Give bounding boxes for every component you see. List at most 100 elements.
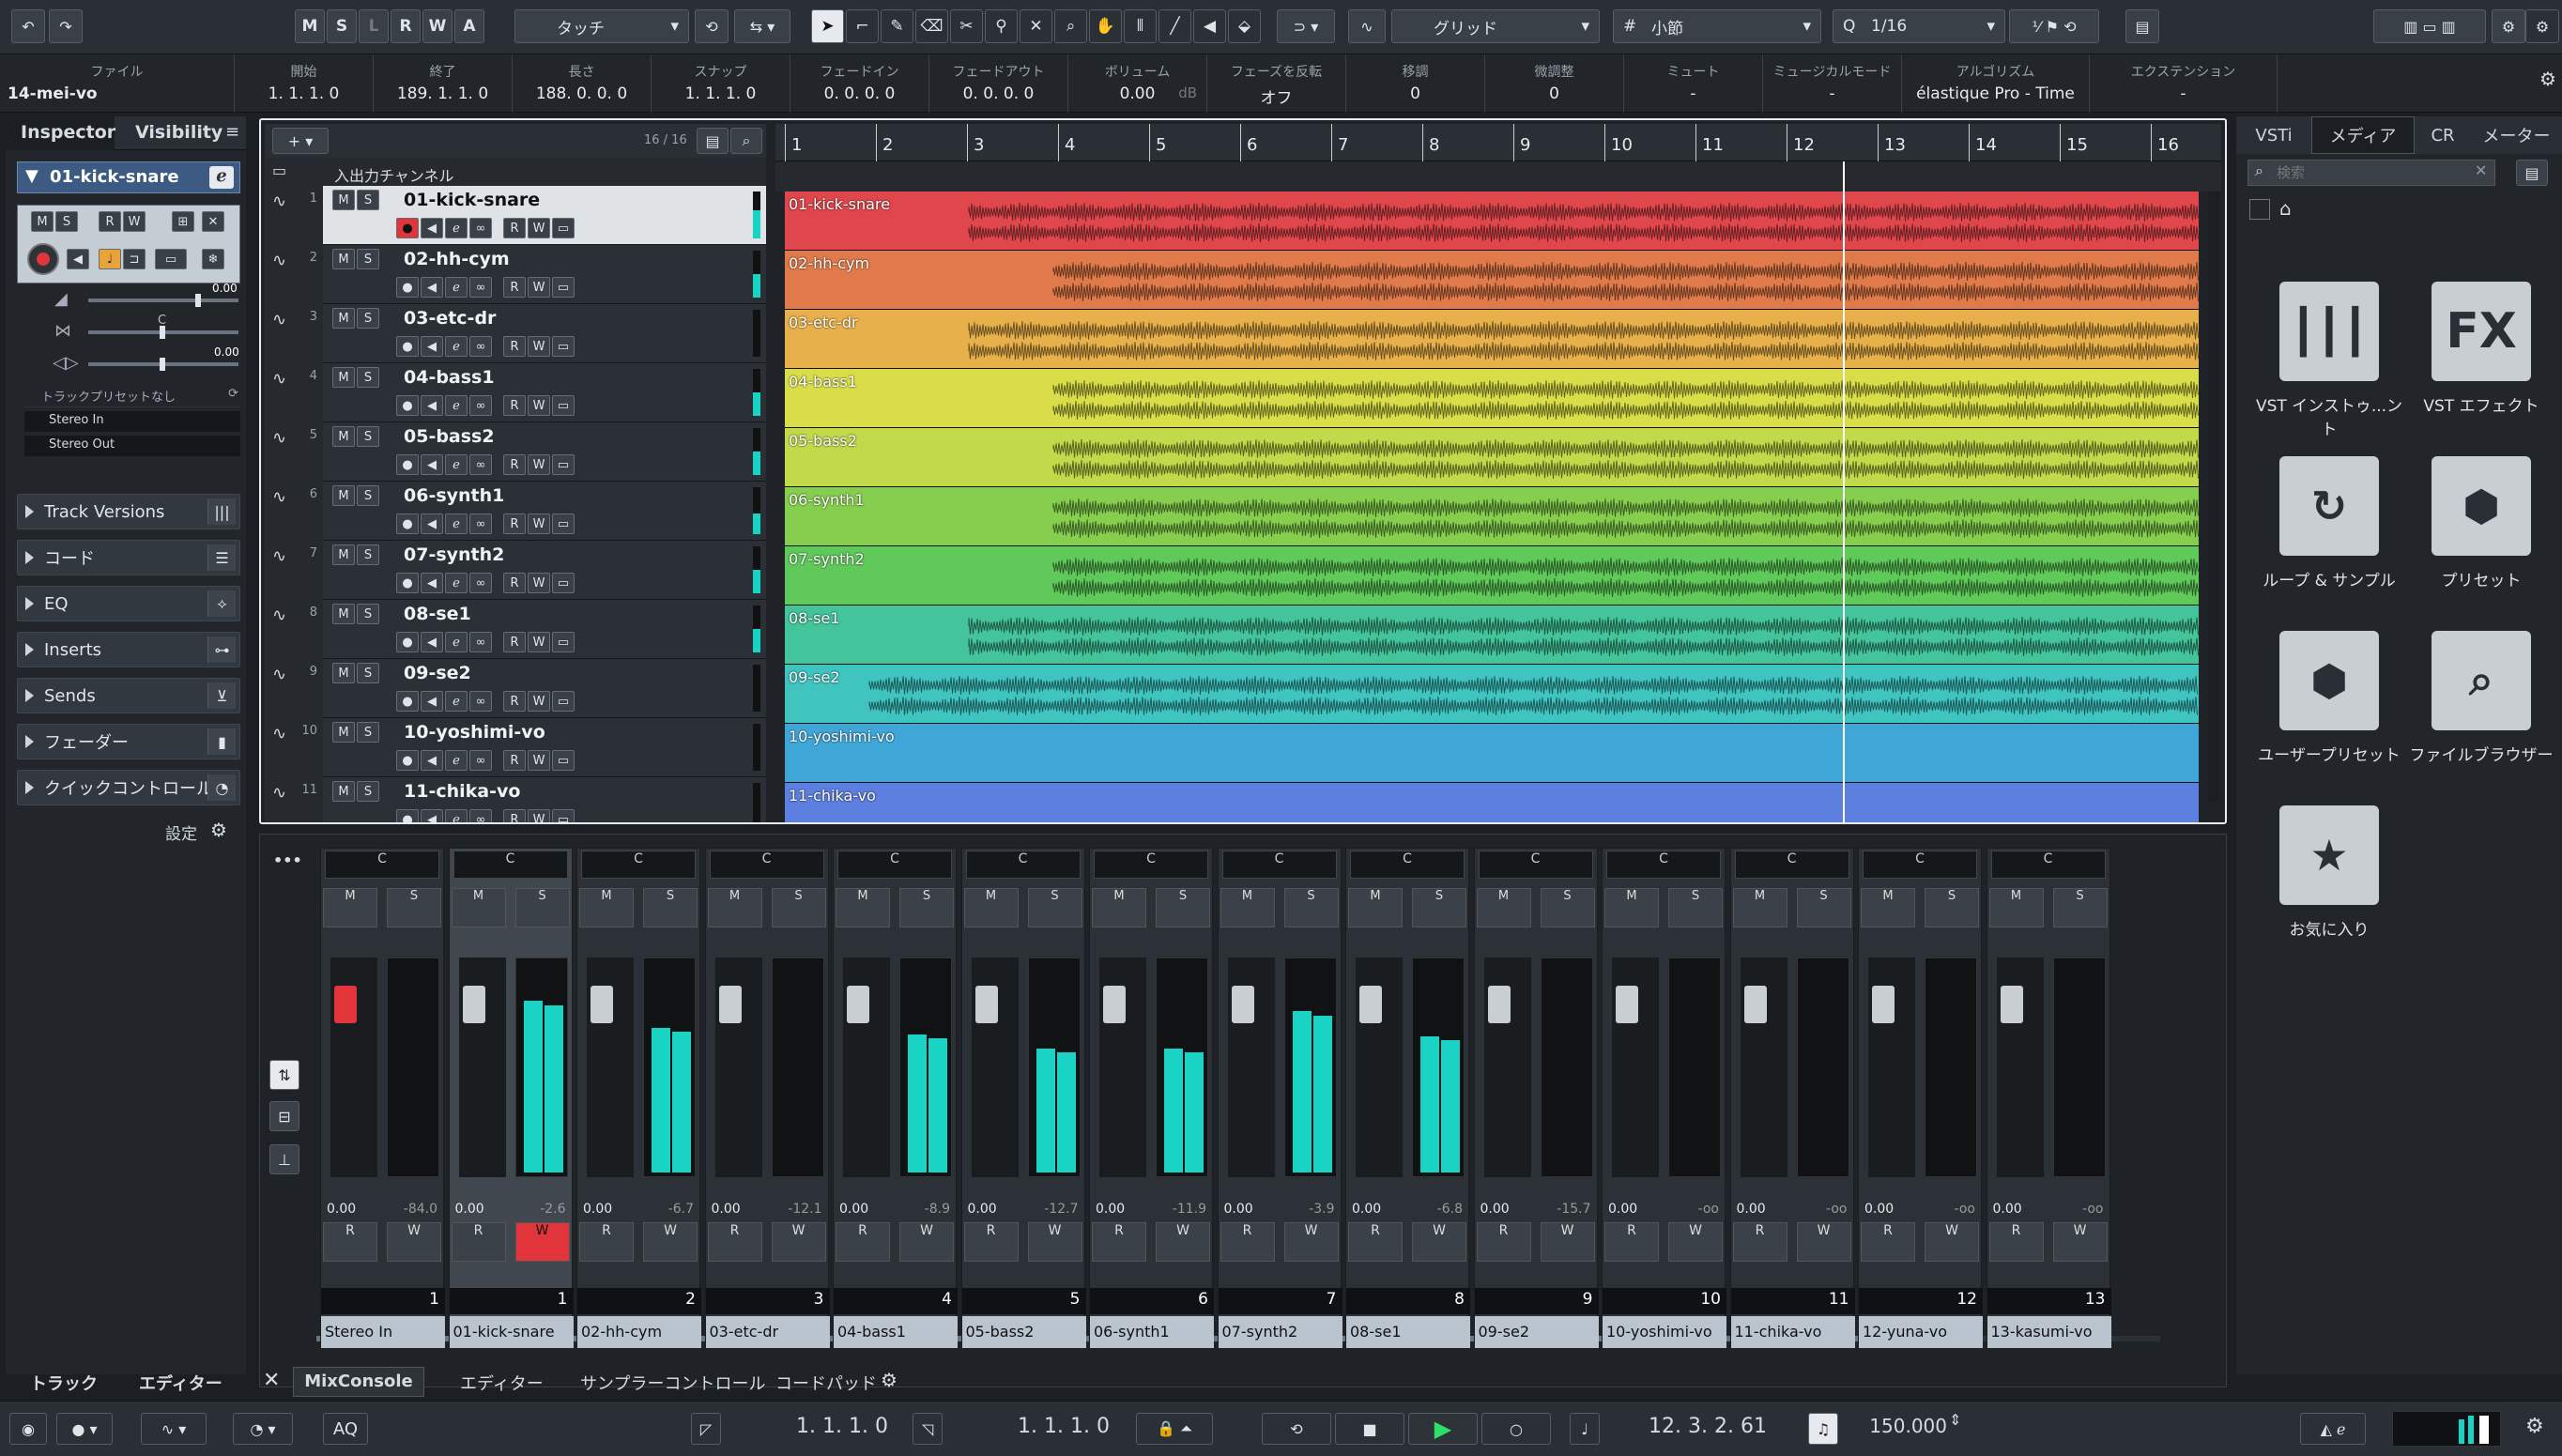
menu-icon[interactable]: ≡ [225, 122, 239, 142]
quick-controls-icon[interactable]: ◔ [207, 774, 236, 801]
fader-view-icon[interactable]: ⇅ [269, 1060, 299, 1090]
record-enable-icon[interactable]: ● [396, 750, 419, 771]
info-0[interactable]: ファイル 14-mei-vo [0, 54, 235, 113]
link-icon[interactable]: ∞ [469, 573, 492, 593]
link-icon[interactable]: ∞ [469, 277, 492, 298]
record-enable-icon[interactable]: ● [396, 336, 419, 357]
channel-write-button[interactable]: W [1540, 1222, 1595, 1262]
inserts-icon[interactable]: ⊶ [207, 636, 236, 663]
info-value[interactable]: 0 [1346, 84, 1484, 103]
channel-peak-value[interactable]: -oo [2082, 1202, 2103, 1217]
insp-pan-slider[interactable] [88, 326, 238, 339]
link-icon[interactable]: ∞ [469, 632, 492, 652]
record-enable-icon[interactable]: ● [396, 809, 419, 822]
track-mute-button[interactable]: M [332, 249, 355, 269]
info-value[interactable]: - [2090, 84, 2277, 103]
info-value[interactable]: 188. 0. 0. 0 [513, 84, 651, 103]
read-button[interactable]: R [503, 691, 526, 712]
audio-mode-icon[interactable]: ∿ ▾ [141, 1413, 207, 1445]
timewarp-tool-icon[interactable]: ⦀ [1124, 9, 1157, 43]
record-enable-icon[interactable]: ● [396, 218, 419, 238]
channel-write-button[interactable]: W [1796, 1222, 1851, 1262]
track-mute-button[interactable]: M [332, 190, 355, 210]
channel-solo-button[interactable]: S [514, 888, 570, 927]
channel-solo-button[interactable]: S [771, 888, 826, 927]
track-solo-button[interactable]: S [357, 604, 379, 624]
msrw-button-s[interactable]: S [327, 9, 357, 43]
quantize-select[interactable]: Q 1/16 ▾ [1833, 9, 2005, 43]
track-solo-button[interactable]: S [357, 485, 379, 506]
channel-name[interactable]: 04-bass1 [834, 1316, 958, 1348]
lanes-icon[interactable]: ▭ [552, 750, 575, 771]
channel-mute-button[interactable]: M [1861, 888, 1915, 927]
channel-solo-button[interactable]: S [1412, 888, 1466, 927]
edit-icon[interactable]: ℯ [445, 573, 468, 593]
left-locator-value[interactable]: 1. 1. 1. 0 [725, 1415, 894, 1443]
channel-write-button[interactable]: W [771, 1222, 826, 1262]
insp-read-button[interactable]: R [99, 211, 121, 232]
channel-fader[interactable] [330, 958, 377, 1177]
track-name[interactable]: 07-synth2 [404, 544, 504, 565]
fader-cap[interactable] [2000, 986, 2023, 1023]
info-1[interactable]: 開始 1. 1. 1. 0 [235, 54, 374, 113]
track-solo-button[interactable]: S [357, 249, 379, 269]
read-button[interactable]: R [503, 513, 526, 534]
pan-knob[interactable]: C [581, 851, 696, 879]
channel-volume-value[interactable]: 0.00 [968, 1202, 997, 1217]
channel-read-button[interactable]: R [1476, 1222, 1531, 1262]
table-row[interactable]: 9 ∿ M S 09-se2 ● ◀ ℯ ∞ R W ▭ [265, 659, 766, 718]
info-value[interactable]: オフ [1207, 84, 1345, 108]
tab-editor-left[interactable]: エディター [139, 1371, 222, 1395]
channel-read-button[interactable]: R [323, 1222, 377, 1262]
read-button[interactable]: R [503, 277, 526, 298]
monitor-icon[interactable]: ◀ [421, 573, 443, 593]
channel-solo-button[interactable]: S [899, 888, 954, 927]
output-routing[interactable]: Stereo Out [24, 436, 240, 456]
channel-fader[interactable] [971, 958, 1019, 1177]
info-value[interactable]: 1. 1. 1. 0 [235, 84, 373, 103]
info-value[interactable]: 0. 0. 0. 0 [790, 84, 928, 103]
info-8[interactable]: フェーズを反転 オフ [1207, 54, 1346, 113]
pan-knob[interactable]: C [965, 851, 1081, 879]
pan-knob[interactable]: C [1094, 851, 1208, 879]
edit-instrument-icon[interactable]: ℯ [209, 166, 234, 189]
tab-editor[interactable]: エディター [460, 1371, 544, 1395]
event-3[interactable]: 03-etc-dr [785, 310, 2199, 369]
edit-icon[interactable]: ℯ [445, 691, 468, 712]
channel-write-button[interactable]: W [899, 1222, 954, 1262]
channel-volume-value[interactable]: 0.00 [583, 1202, 612, 1217]
channel-fader[interactable] [1483, 958, 1531, 1177]
channel-volume-value[interactable]: 0.00 [1864, 1202, 1894, 1217]
event-9[interactable]: 09-se2 [785, 665, 2199, 724]
channel-volume-value[interactable]: 0.00 [1993, 1202, 2022, 1217]
tempo-track-toggle-icon[interactable]: ♫ [1808, 1413, 1838, 1445]
track-name[interactable]: 09-se2 [404, 663, 471, 683]
msrw-button-l[interactable]: L [359, 9, 389, 43]
ruler[interactable]: 1 2 3 4 5 6 7 8 9 10 11 12 13 14 15 16 [775, 124, 2221, 161]
track-solo-button[interactable]: S [357, 190, 379, 210]
insp-volume-slider[interactable] [88, 294, 238, 307]
record-enable-icon[interactable]: ● [396, 632, 419, 652]
write-button[interactable]: W [528, 395, 550, 416]
write-button[interactable]: W [528, 573, 550, 593]
eq-icon[interactable]: ⟡ [207, 590, 236, 617]
monitor-icon[interactable]: ◀ [421, 750, 443, 771]
meter-view-icon[interactable]: ⊥ [269, 1144, 299, 1174]
write-button[interactable]: W [528, 336, 550, 357]
piano-keys-icon[interactable]: ┃┃┃ [2279, 282, 2379, 381]
channel-fader[interactable] [1996, 958, 2044, 1177]
lanes-icon[interactable]: ▭ [552, 632, 575, 652]
msrw-button-r[interactable]: R [391, 9, 421, 43]
left-locator-icon[interactable]: ◸ [691, 1413, 721, 1445]
snap-toggle-icon[interactable]: ∿ [1348, 9, 1386, 43]
track-name[interactable]: 02-hh-cym [404, 249, 510, 269]
track-mute-button[interactable]: M [332, 308, 355, 329]
channel-mute-button[interactable]: M [1220, 888, 1275, 927]
msrw-button-a[interactable]: A [454, 9, 484, 43]
fader-icon[interactable]: ▮ [207, 728, 236, 755]
channel-peak-value[interactable]: -oo [1698, 1202, 1719, 1217]
channel-mute-button[interactable]: M [836, 888, 890, 927]
table-row[interactable]: 11 ∿ M S 11-chika-vo ● ◀ ℯ ∞ R W ▭ [265, 777, 766, 822]
info-value[interactable]: - [1763, 84, 1901, 103]
loop-icon[interactable]: ↻ [2279, 456, 2379, 556]
